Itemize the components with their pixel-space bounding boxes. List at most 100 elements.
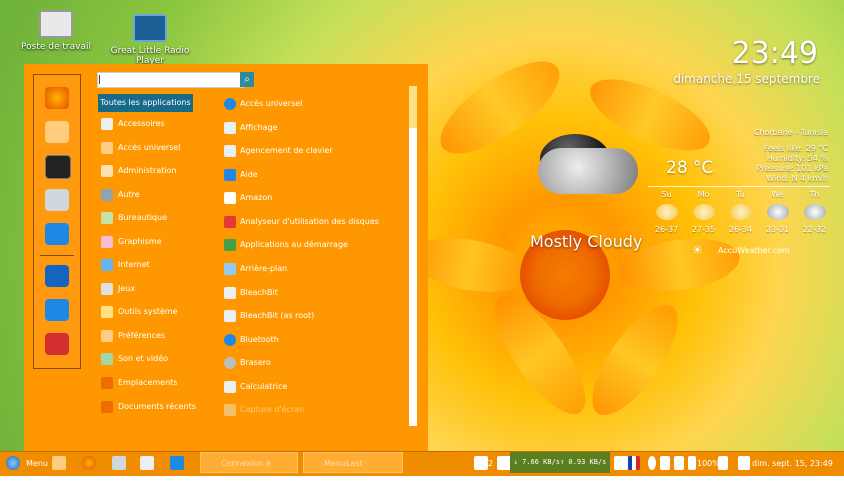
category-item[interactable]: Accessoires	[101, 116, 165, 132]
recent-documents-icon	[101, 400, 113, 413]
screenshot-icon[interactable]	[45, 223, 69, 245]
app-item[interactable]: Calculatrice	[224, 379, 287, 395]
taskbar-window-2[interactable]: MenuLast	[303, 452, 403, 473]
category-label: Jeux	[118, 284, 136, 293]
app-label: Calculatrice	[240, 382, 288, 391]
accessories-icon	[101, 117, 113, 130]
favorites-panel	[33, 74, 81, 369]
app-label: Arrière-plan	[240, 264, 288, 273]
power-icon[interactable]	[45, 333, 69, 355]
desktop-icon-computer[interactable]: Poste de travail	[6, 10, 106, 52]
category-item[interactable]: Administration	[101, 163, 177, 179]
category-item[interactable]: Son et vidéo	[101, 351, 168, 367]
category-label: Emplacements	[118, 378, 178, 387]
menu-button-label[interactable]: Menu	[26, 455, 48, 472]
weather-divider	[648, 186, 830, 187]
weather-location: Chorbane - Tunisia	[753, 128, 828, 137]
category-item[interactable]: Autre	[101, 187, 140, 203]
app-item[interactable]: Arrière-plan	[224, 261, 287, 277]
administration-icon	[101, 164, 113, 177]
app-label: Accès universel	[240, 99, 303, 108]
bluetooth-icon	[224, 333, 236, 346]
firefox-icon[interactable]	[45, 87, 69, 109]
menu-scrollbar-thumb[interactable]	[409, 86, 417, 128]
screenshot-icon[interactable]	[170, 456, 184, 470]
desktop-icon-radio[interactable]: Great Little Radio Player	[100, 14, 200, 66]
search-icon[interactable]: ⌕	[240, 72, 254, 87]
category-item[interactable]: Graphisme	[101, 234, 162, 250]
category-item[interactable]: Internet	[101, 257, 150, 273]
places-icon	[101, 376, 113, 389]
menu-search-input[interactable]: |	[97, 72, 244, 88]
app-item[interactable]: Brasero	[224, 355, 271, 371]
show-desktop-icon[interactable]	[52, 456, 66, 470]
update-icon[interactable]	[718, 456, 728, 470]
system-tools-icon	[101, 305, 113, 318]
menu-scrollbar-track[interactable]	[409, 86, 417, 426]
close-icon[interactable]	[497, 456, 511, 470]
firefox-icon[interactable]	[82, 456, 96, 470]
forecast-day: Th 22-32	[796, 190, 833, 234]
weather-provider-link[interactable]: AccuWeather.com	[718, 246, 790, 255]
office-icon	[101, 211, 113, 224]
display-icon	[224, 121, 236, 134]
app-label: Affichage	[240, 123, 278, 132]
battery-icon[interactable]	[688, 456, 696, 470]
app-label: BleachBit (as root)	[240, 311, 315, 320]
folder-icon[interactable]	[112, 456, 126, 470]
forecast-day-name: Tu	[736, 190, 745, 199]
graphics-icon	[101, 235, 113, 248]
logout-icon[interactable]	[45, 299, 69, 321]
folder-icon[interactable]	[45, 189, 69, 211]
category-all-applications[interactable]: Toutes les applications	[98, 94, 193, 112]
notifications-icon[interactable]	[474, 456, 488, 470]
terminal-icon[interactable]	[45, 155, 71, 179]
category-item[interactable]: Bureautique	[101, 210, 167, 226]
app-item[interactable]: Agencement de clavier	[224, 143, 333, 159]
app-item[interactable]: Bluetooth	[224, 332, 279, 348]
category-label: Administration	[118, 166, 177, 175]
sun-icon: ☀	[692, 243, 703, 257]
app-item[interactable]: Capture d'écran	[224, 402, 304, 418]
category-label: Accès universel	[118, 143, 181, 152]
sunny-icon	[729, 204, 752, 220]
category-label: Graphisme	[118, 237, 162, 246]
category-label: Son et vidéo	[118, 354, 169, 363]
app-item[interactable]: BleachBit (as root)	[224, 308, 314, 324]
window-title: MenuLast	[324, 459, 363, 468]
category-item[interactable]: Accès universel	[101, 140, 180, 156]
category-item[interactable]: Documents récents	[101, 399, 196, 415]
category-item[interactable]: Préférences	[101, 328, 165, 344]
screenshot-icon	[224, 403, 236, 416]
keyboard-layout-flag-icon[interactable]	[628, 456, 640, 470]
network-icon[interactable]	[738, 456, 750, 470]
app-label: Bluetooth	[240, 335, 279, 344]
app-item[interactable]: Affichage	[224, 120, 278, 136]
app-label: Brasero	[240, 358, 271, 367]
battery-percentage: 100%	[697, 459, 720, 468]
menu-icon[interactable]	[6, 456, 20, 470]
system-tools-icon[interactable]	[45, 121, 69, 143]
volume-icon[interactable]	[660, 456, 670, 470]
shield-icon[interactable]	[614, 456, 628, 470]
forecast-day-name: Su	[661, 190, 672, 199]
category-item[interactable]: Emplacements	[101, 375, 177, 391]
apps-grid-icon[interactable]	[140, 456, 154, 470]
app-item[interactable]: Aide	[224, 167, 258, 183]
app-item[interactable]: Applications au démarrage	[224, 237, 348, 253]
taskbar-clock[interactable]: dim. sept. 15, 23:49	[752, 455, 833, 472]
taskbar-window-1[interactable]: Connexion à Internet...	[200, 452, 298, 489]
app-label: Aide	[240, 170, 258, 179]
bluetooth-icon[interactable]	[648, 456, 656, 470]
clipboard-icon[interactable]	[674, 456, 684, 470]
app-label: Amazon	[240, 193, 273, 202]
app-item[interactable]: Amazon	[224, 190, 272, 206]
cloud-icon	[538, 148, 638, 194]
app-item[interactable]: BleachBit	[224, 285, 278, 301]
app-item[interactable]: Accès universel	[224, 96, 302, 112]
preferences-icon	[101, 329, 113, 342]
lock-icon[interactable]	[45, 265, 69, 287]
category-item[interactable]: Outils système	[101, 304, 178, 320]
app-item[interactable]: Analyseur d'utilisation des disques	[224, 214, 379, 230]
category-item[interactable]: Jeux	[101, 281, 135, 297]
